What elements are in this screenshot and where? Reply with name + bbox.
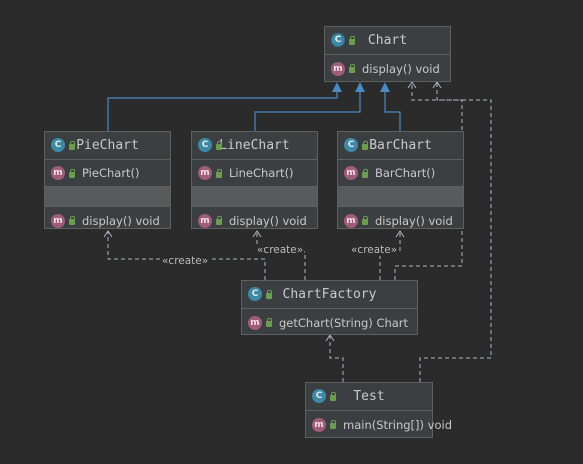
m-icon: m [248,315,262,330]
m-icon: m [51,213,65,228]
fields-section [45,187,170,207]
class-name: BarChart [369,138,432,153]
lock-icon [329,391,337,401]
m-icon: m [198,166,212,180]
inheritance-arrowheads [332,82,390,92]
constructor-row[interactable]: m PieChart() [45,160,170,187]
lock-icon [68,216,76,225]
class-header: C LineChart [192,132,317,160]
class-name: Chart [367,33,408,48]
fields-section [192,187,317,207]
method-name: display() [229,213,279,228]
method-type: void [428,213,453,228]
m-icon: m [312,417,326,432]
constructor-row[interactable]: m BarChart() [338,160,463,187]
method-name: getChart(String) [279,315,373,330]
fields-section [338,187,463,207]
constructor-row[interactable]: m LineChart() [192,160,317,187]
m-icon: m [344,213,358,228]
m-icon: m [51,166,65,180]
method-name: main(String[]) [343,417,424,432]
class-name: PieChart [76,138,139,153]
class-chart-factory[interactable]: C ChartFactory m getChart(String) Chart [241,280,418,335]
method-row[interactable]: m display() void [338,207,463,234]
constructor-name: PieChart() [82,166,140,180]
m-icon: m [331,61,345,76]
lock-icon [329,420,337,429]
create-label-line: «create» [256,244,305,256]
m-icon: m [198,213,212,228]
constructor-name: BarChart() [375,166,436,180]
lock-icon [361,216,369,225]
c-icon: C [344,138,358,152]
c-icon: C [198,138,212,152]
class-line-chart[interactable]: C LineChart m LineChart() m display() vo… [191,131,318,229]
method-type: Chart [376,315,409,330]
lock-icon [348,64,356,73]
class-name: Test [353,389,385,404]
method-type: void [135,213,160,228]
class-chart[interactable]: C Chart m display() void [324,26,451,82]
lock-icon [361,168,369,178]
class-header: C PieChart [45,132,170,160]
class-bar-chart[interactable]: C BarChart m BarChart() m display() void [337,131,464,229]
class-name: LineChart [219,138,290,153]
method-type: void [282,213,307,228]
method-type: void [427,417,452,432]
lock-icon [68,168,76,178]
lock-icon [215,216,223,225]
constructor-name: LineChart() [229,166,294,180]
lock-icon [215,168,223,178]
method-name: display() [362,61,412,76]
class-header: C BarChart [338,132,463,160]
create-label-pie: «create» [161,255,210,267]
abstract-class-icon: C [331,33,345,47]
method-name: display() [82,213,132,228]
lock-icon [68,140,76,150]
lock-icon [361,140,369,150]
lock-icon [265,318,273,327]
lock-icon [348,35,356,45]
class-header: C Test [306,383,432,411]
lock-icon [215,140,223,150]
c-icon: C [51,138,65,152]
method-row[interactable]: m main(String[]) void [306,411,452,438]
class-test[interactable]: C Test m main(String[]) void [305,382,452,438]
create-label-bar: «create» [350,244,399,256]
method-type: void [415,61,440,76]
class-name: ChartFactory [282,287,377,302]
method-row[interactable]: m display() void [45,207,170,234]
method-row[interactable]: m display() void [325,55,450,82]
class-pie-chart[interactable]: C PieChart m PieChart() m display() void [44,131,171,229]
lock-icon [265,289,273,299]
c-icon: C [248,287,262,301]
method-name: display() [375,213,425,228]
class-header: C Chart [325,27,450,55]
c-icon: C [312,389,326,403]
inheritance-lines [107,88,401,131]
method-row[interactable]: m display() void [192,207,317,234]
method-row[interactable]: m getChart(String) Chart [242,309,417,336]
m-icon: m [344,166,358,180]
class-header: C ChartFactory [242,281,417,309]
